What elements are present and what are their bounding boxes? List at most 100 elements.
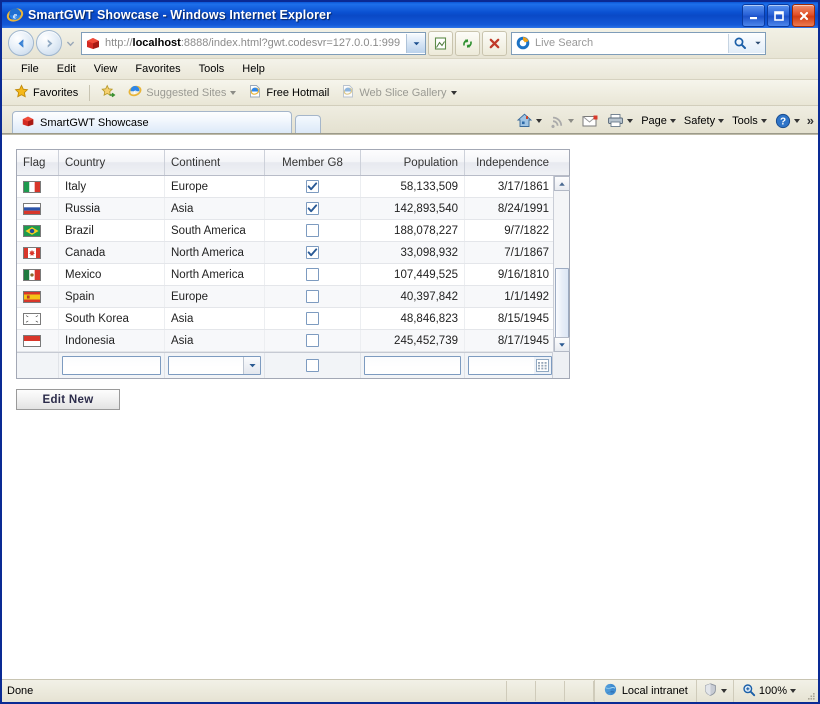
menu-item-help[interactable]: Help — [233, 61, 274, 78]
refresh-button[interactable] — [455, 30, 480, 56]
command-bar-overflow-button[interactable]: » — [807, 114, 814, 127]
globe-icon — [603, 682, 618, 700]
safety-menu-button[interactable]: Safety — [681, 114, 727, 128]
maximize-button[interactable] — [767, 4, 790, 27]
table-row[interactable]: Russia Asia 142,893,540 8/24/1991 — [17, 198, 569, 220]
calendar-icon[interactable] — [534, 357, 551, 374]
chevron-down-icon[interactable] — [450, 90, 457, 95]
chevron-down-icon[interactable] — [720, 689, 727, 693]
table-row[interactable]: Italy Europe 58,133,509 3/17/1861 — [17, 176, 569, 198]
cell-continent: Asia — [165, 330, 265, 351]
zoom-control[interactable]: 100% — [732, 680, 802, 702]
table-row[interactable]: Indonesia Asia 245,452,739 8/17/1945 — [17, 330, 569, 352]
indonesia-flag — [23, 334, 41, 347]
read-mail-button[interactable] — [579, 113, 602, 129]
column-header-continent[interactable]: Continent — [165, 150, 265, 175]
cell-population: 33,098,932 — [361, 242, 465, 263]
scroll-up-button[interactable] — [554, 176, 570, 191]
favorites-label: Favorites — [33, 86, 79, 99]
new-tab-button[interactable] — [295, 115, 321, 133]
member-g8-checkbox[interactable] — [306, 359, 319, 372]
page-menu-button[interactable]: Page — [638, 114, 679, 128]
grid-vertical-scrollbar[interactable] — [553, 176, 570, 354]
print-button[interactable] — [604, 112, 636, 129]
security-zone[interactable]: Local intranet — [593, 680, 696, 702]
member-g8-checkbox[interactable] — [306, 246, 319, 259]
home-button[interactable] — [513, 111, 545, 130]
member-g8-checkbox[interactable] — [306, 312, 319, 325]
tools-menu-button[interactable]: Tools — [729, 114, 770, 128]
column-header-population[interactable]: Population — [361, 150, 465, 175]
search-input[interactable]: Live Search — [535, 37, 728, 49]
protected-mode-indicator[interactable] — [695, 680, 733, 702]
favorites-item-label: Free Hotmail — [266, 86, 330, 99]
menu-item-file[interactable]: File — [12, 61, 48, 78]
search-options-chevron-down-icon[interactable] — [751, 33, 765, 53]
resize-grip[interactable] — [802, 680, 818, 702]
table-row[interactable]: Spain Europe 40,397,842 1/1/1492 — [17, 286, 569, 308]
cell-member-g8 — [265, 220, 361, 241]
feeds-button[interactable] — [547, 112, 577, 129]
compatibility-view-button[interactable] — [428, 30, 453, 56]
recent-pages-chevron-down-icon[interactable] — [64, 33, 77, 53]
column-header-independence[interactable]: Independence — [465, 150, 555, 175]
table-row[interactable]: South Korea Asia 48,846,823 8/15/1945 — [17, 308, 569, 330]
bing-icon — [515, 35, 531, 51]
back-button[interactable] — [8, 30, 34, 56]
scroll-down-button[interactable] — [554, 337, 570, 352]
column-header-member-g8[interactable]: Member G8 — [265, 150, 361, 175]
help-button[interactable]: ? — [772, 112, 803, 130]
table-row[interactable]: Canada North America 33,098,932 7/1/1867 — [17, 242, 569, 264]
stop-button[interactable] — [482, 30, 507, 56]
tab-smartgwt-showcase[interactable]: SmartGWT Showcase — [12, 111, 292, 133]
member-g8-checkbox[interactable] — [306, 202, 319, 215]
safety-menu-label: Safety — [683, 114, 716, 127]
table-row[interactable]: Mexico North America 107,449,525 9/16/1810 — [17, 264, 569, 286]
chevron-down-icon[interactable] — [669, 118, 676, 123]
cell-population: 58,133,509 — [361, 176, 465, 197]
favorites-item-free-hotmail[interactable]: Free Hotmail — [244, 83, 333, 102]
menu-item-favorites[interactable]: Favorites — [126, 61, 189, 78]
address-bar[interactable]: http://localhost:8888/index.html?gwt.cod… — [81, 31, 426, 55]
address-chevron-down-icon[interactable] — [406, 33, 425, 53]
forward-button[interactable] — [36, 30, 62, 56]
edit-new-button[interactable]: Edit New — [16, 389, 120, 410]
population-input[interactable] — [364, 356, 461, 375]
home-chevron-down-icon[interactable] — [536, 118, 543, 123]
chevron-down-icon[interactable] — [718, 118, 725, 123]
member-g8-checkbox[interactable] — [306, 180, 319, 193]
country-input[interactable] — [62, 356, 161, 375]
cell-independence: 3/17/1861 — [497, 180, 549, 193]
continent-select[interactable] — [168, 356, 261, 375]
chevron-down-icon[interactable] — [243, 357, 260, 374]
member-g8-checkbox[interactable] — [306, 290, 319, 303]
print-chevron-down-icon[interactable] — [627, 118, 634, 123]
chevron-down-icon[interactable] — [790, 689, 796, 693]
feeds-chevron-down-icon[interactable] — [568, 118, 575, 123]
member-g8-checkbox[interactable] — [306, 268, 319, 281]
help-chevron-down-icon[interactable] — [793, 118, 800, 123]
chevron-down-icon[interactable] — [760, 118, 767, 123]
favorites-item-suggested-sites[interactable]: e Suggested Sites — [124, 83, 240, 102]
favorites-item-web-slice-gallery[interactable]: Web Slice Gallery — [337, 83, 460, 102]
menu-item-tools[interactable]: Tools — [190, 61, 234, 78]
cell-country: Brazil — [59, 220, 165, 241]
menu-item-edit[interactable]: Edit — [48, 61, 85, 78]
favorites-item-label: Web Slice Gallery — [359, 86, 447, 99]
add-to-favorites-bar-button[interactable] — [97, 83, 120, 103]
member-g8-checkbox[interactable] — [306, 334, 319, 347]
close-button[interactable] — [792, 4, 815, 27]
table-row[interactable]: Brazil South America 188,078,227 9/7/1822 — [17, 220, 569, 242]
cell-independence: 8/24/1991 — [497, 202, 549, 215]
menu-item-view[interactable]: View — [85, 61, 127, 78]
chevron-down-icon[interactable] — [230, 90, 237, 95]
minimize-button[interactable] — [742, 4, 765, 27]
member-g8-checkbox[interactable] — [306, 224, 319, 237]
search-box[interactable]: Live Search — [511, 31, 766, 55]
column-header-flag[interactable]: Flag — [17, 150, 59, 175]
cell-continent: Asia — [165, 308, 265, 329]
column-header-country[interactable]: Country — [59, 150, 165, 175]
independence-date-input[interactable] — [468, 356, 552, 375]
favorites-center-button[interactable]: Favorites — [10, 83, 82, 103]
search-button[interactable] — [728, 33, 751, 53]
